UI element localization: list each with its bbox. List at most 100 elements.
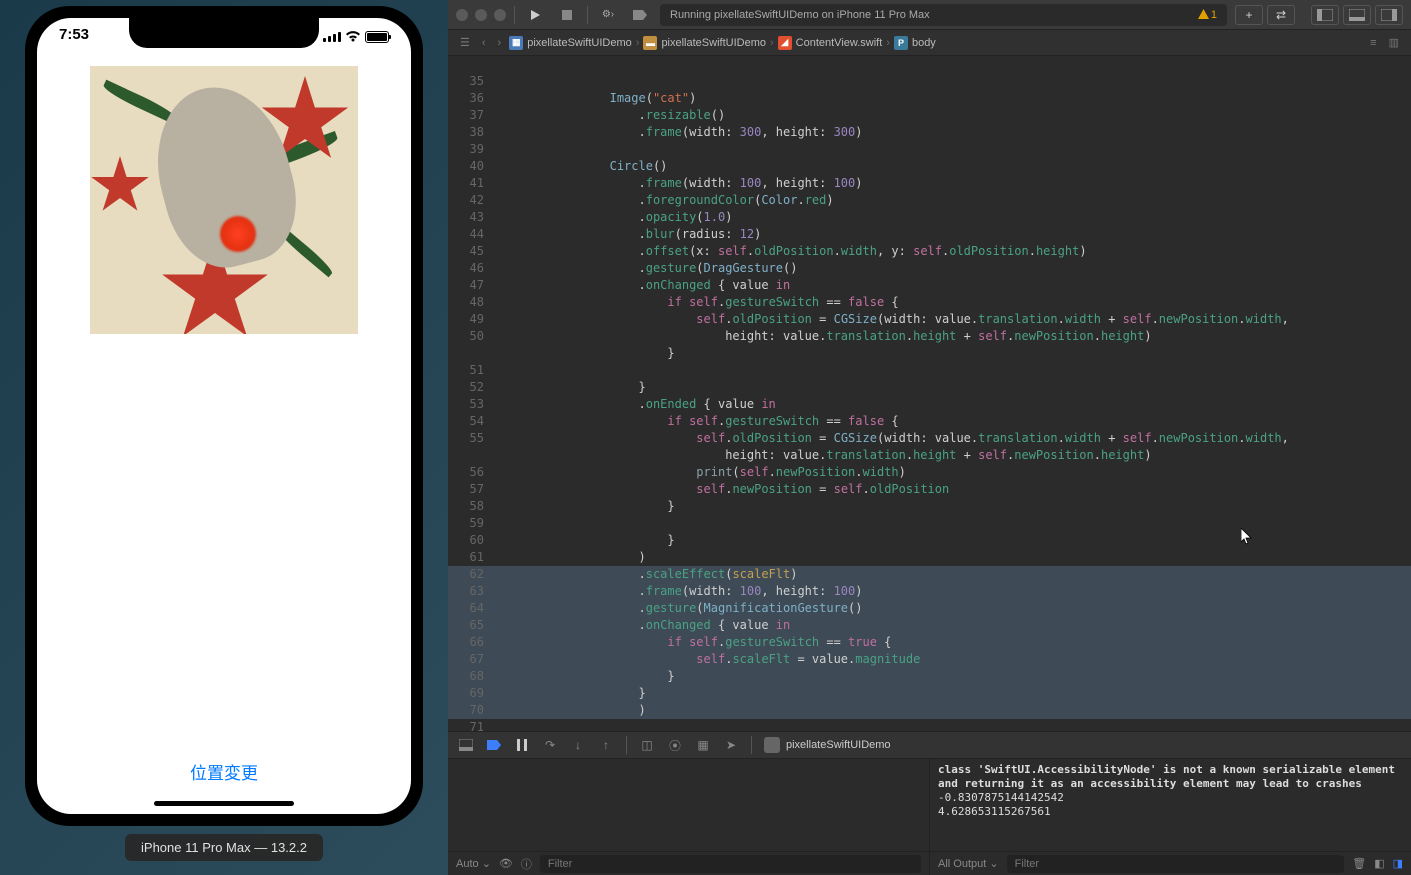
- trash-icon[interactable]: 🗑: [1352, 857, 1366, 870]
- debug-target[interactable]: pixellateSwiftUIDemo: [764, 737, 891, 753]
- code-line[interactable]: 69 }: [448, 685, 1411, 702]
- code-line[interactable]: 41 .frame(width: 100, height: 100): [448, 175, 1411, 192]
- warning-badge[interactable]: 1: [1198, 9, 1217, 21]
- run-button[interactable]: [523, 6, 547, 24]
- variables-toolbar: Auto ⌄ 👁 ⓘ: [448, 851, 929, 875]
- console-pane[interactable]: class 'SwiftUI.AccessibilityNode' is not…: [930, 759, 1411, 875]
- code-line[interactable]: 54 if self.gestureSwitch == false {: [448, 413, 1411, 430]
- code-line[interactable]: 38 .frame(width: 300, height: 300): [448, 124, 1411, 141]
- eye-icon[interactable]: 👁: [499, 857, 513, 870]
- code-line[interactable]: 48 if self.gestureSwitch == false {: [448, 294, 1411, 311]
- variables-filter-input[interactable]: [540, 855, 921, 873]
- cat-image[interactable]: [90, 66, 358, 334]
- hide-debug-icon[interactable]: [458, 737, 474, 753]
- pause-icon[interactable]: [514, 737, 530, 753]
- code-line[interactable]: 55 self.oldPosition = CGSize(width: valu…: [448, 430, 1411, 447]
- code-line[interactable]: 43 .opacity(1.0): [448, 209, 1411, 226]
- code-line[interactable]: 47 .onChanged { value in: [448, 277, 1411, 294]
- code-line[interactable]: 53 .onEnded { value in: [448, 396, 1411, 413]
- code-line[interactable]: 45 .offset(x: self.oldPosition.width, y:…: [448, 243, 1411, 260]
- code-line[interactable]: 56 print(self.newPosition.width): [448, 464, 1411, 481]
- variables-pane[interactable]: Auto ⌄ 👁 ⓘ: [448, 759, 930, 875]
- auto-selector[interactable]: Auto ⌄: [456, 857, 491, 870]
- code-line[interactable]: 64 .gesture(MagnificationGesture(): [448, 600, 1411, 617]
- code-line[interactable]: 39: [448, 141, 1411, 158]
- code-line[interactable]: 70 ): [448, 702, 1411, 719]
- draggable-circle[interactable]: [220, 216, 256, 252]
- console-output[interactable]: class 'SwiftUI.AccessibilityNode' is not…: [930, 759, 1411, 851]
- breadcrumb-project[interactable]: ▦pixellateSwiftUIDemo: [509, 36, 632, 50]
- code-line[interactable]: 57 self.newPosition = self.oldPosition: [448, 481, 1411, 498]
- status-right: [323, 26, 389, 48]
- output-selector[interactable]: All Output ⌄: [938, 857, 999, 870]
- position-change-button[interactable]: 位置変更: [37, 759, 411, 784]
- location-icon[interactable]: ➤: [723, 737, 739, 753]
- code-line[interactable]: 62 .scaleEffect(scaleFlt): [448, 566, 1411, 583]
- phone-screen[interactable]: 7:53: [37, 18, 411, 814]
- right-pane-toggle-icon[interactable]: ◨: [1393, 857, 1403, 870]
- environment-icon[interactable]: ▦: [695, 737, 711, 753]
- code-line[interactable]: 44 .blur(radius: 12): [448, 226, 1411, 243]
- home-indicator[interactable]: [154, 801, 294, 806]
- related-items-icon[interactable]: ☰: [456, 36, 474, 49]
- code-line[interactable]: 49 self.oldPosition = CGSize(width: valu…: [448, 311, 1411, 328]
- app-content: 位置変更: [37, 56, 411, 814]
- bottom-panel-toggle[interactable]: [1343, 5, 1371, 25]
- titlebar: ⚙› Running pixellateSwiftUIDemo on iPhon…: [448, 0, 1411, 30]
- step-out-icon[interactable]: ↑: [598, 737, 614, 753]
- right-panel-toggle[interactable]: [1375, 5, 1403, 25]
- traffic-lights[interactable]: [456, 9, 506, 21]
- stop-button[interactable]: [555, 6, 579, 24]
- code-line[interactable]: 35: [448, 73, 1411, 90]
- editor-options-icon[interactable]: ≡: [1366, 37, 1380, 49]
- breadcrumb-symbol[interactable]: Pbody: [894, 36, 936, 50]
- breadcrumb: ☰ ‹ › ▦pixellateSwiftUIDemo › ▬pixellate…: [448, 30, 1411, 56]
- adjust-editor-icon[interactable]: ▥: [1385, 36, 1403, 49]
- code-line[interactable]: 42 .foregroundColor(Color.red): [448, 192, 1411, 209]
- memory-graph-icon[interactable]: ⦿: [667, 737, 683, 753]
- code-line[interactable]: 46 .gesture(DragGesture(): [448, 260, 1411, 277]
- library-button[interactable]: ⇄: [1267, 5, 1295, 25]
- breadcrumb-file[interactable]: ◢ContentView.swift: [778, 36, 883, 50]
- code-editor[interactable]: 35 36 Image("cat")37 .resizable()38 .fra…: [448, 56, 1411, 731]
- status-time: 7:53: [59, 26, 89, 48]
- scheme-selector[interactable]: ⚙›: [596, 6, 620, 24]
- code-line[interactable]: 65 .onChanged { value in: [448, 617, 1411, 634]
- add-button[interactable]: +: [1235, 5, 1263, 25]
- code-line[interactable]: 67 self.scaleFlt = value.magnitude: [448, 651, 1411, 668]
- step-into-icon[interactable]: ↓: [570, 737, 586, 753]
- nav-back[interactable]: ‹: [478, 37, 490, 49]
- code-line[interactable]: 51: [448, 362, 1411, 379]
- code-line[interactable]: 61 ): [448, 549, 1411, 566]
- code-line[interactable]: }: [448, 345, 1411, 362]
- code-line[interactable]: 37 .resizable(): [448, 107, 1411, 124]
- breadcrumb-folder[interactable]: ▬pixellateSwiftUIDemo: [643, 36, 766, 50]
- xcode-window: ⚙› Running pixellateSwiftUIDemo on iPhon…: [448, 0, 1411, 875]
- activity-viewer[interactable]: Running pixellateSwiftUIDemo on iPhone 1…: [660, 4, 1227, 26]
- code-line[interactable]: [448, 56, 1411, 73]
- debug-view-icon[interactable]: ◫: [639, 737, 655, 753]
- code-line[interactable]: 60 }: [448, 532, 1411, 549]
- left-panel-toggle[interactable]: [1311, 5, 1339, 25]
- code-line[interactable]: 40 Circle(): [448, 158, 1411, 175]
- code-line[interactable]: height: value.translation.height + self.…: [448, 447, 1411, 464]
- left-pane-toggle-icon[interactable]: ◧: [1374, 857, 1384, 870]
- info-icon[interactable]: ⓘ: [521, 856, 532, 872]
- nav-forward[interactable]: ›: [494, 37, 506, 49]
- code-line[interactable]: 58 }: [448, 498, 1411, 515]
- breakpoint-toggle[interactable]: [628, 6, 652, 24]
- code-line[interactable]: 63 .frame(width: 100, height: 100): [448, 583, 1411, 600]
- breakpoint-icon[interactable]: [486, 737, 502, 753]
- code-line[interactable]: 59: [448, 515, 1411, 532]
- code-line[interactable]: 52 }: [448, 379, 1411, 396]
- step-over-icon[interactable]: ↷: [542, 737, 558, 753]
- console-toolbar: All Output ⌄ 🗑 ◧ ◨: [930, 851, 1411, 875]
- code-line[interactable]: 50 height: value.translation.height + se…: [448, 328, 1411, 345]
- phone-frame: 7:53: [25, 6, 423, 826]
- code-line[interactable]: 66 if self.gestureSwitch == true {: [448, 634, 1411, 651]
- simulator-device-label: iPhone 11 Pro Max — 13.2.2: [125, 834, 323, 861]
- console-filter-input[interactable]: [1007, 855, 1345, 873]
- code-line[interactable]: 36 Image("cat"): [448, 90, 1411, 107]
- code-line[interactable]: 71: [448, 719, 1411, 731]
- code-line[interactable]: 68 }: [448, 668, 1411, 685]
